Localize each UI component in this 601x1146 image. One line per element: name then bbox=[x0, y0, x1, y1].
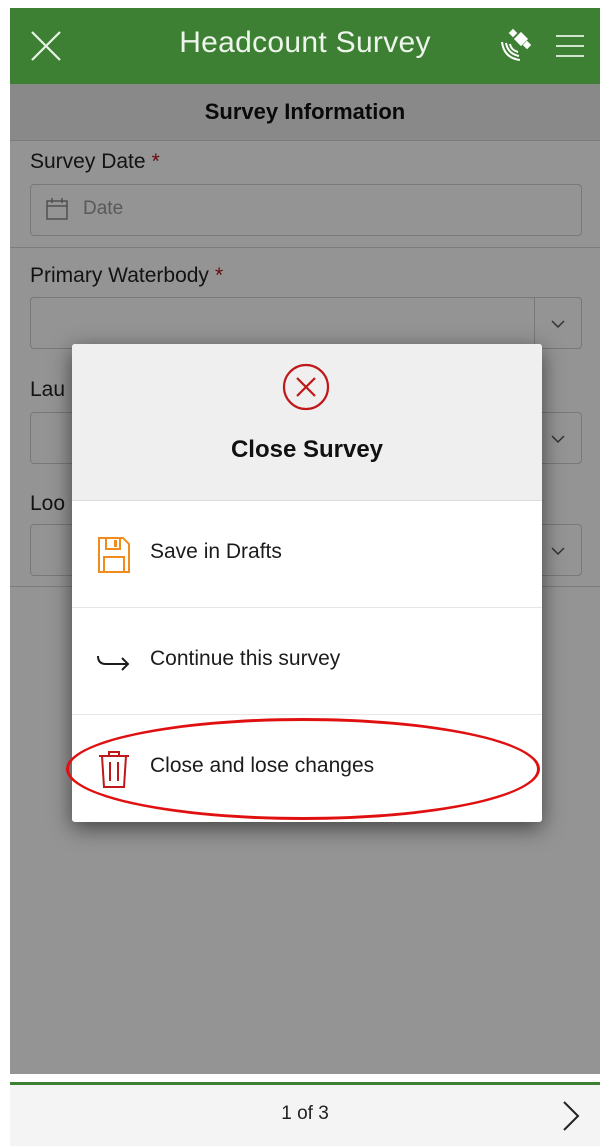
continue-survey-button[interactable]: Continue this survey bbox=[72, 608, 542, 714]
highlight-annotation bbox=[66, 718, 540, 820]
save-in-drafts-label: Save in Drafts bbox=[150, 540, 282, 563]
satellite-gps-icon[interactable] bbox=[496, 26, 536, 66]
close-circle-icon bbox=[282, 363, 330, 411]
page-indicator: 1 of 3 bbox=[281, 1103, 329, 1124]
pager-footer: 1 of 3 bbox=[10, 1085, 600, 1146]
dialog-header: Close Survey bbox=[72, 344, 542, 501]
continue-survey-label: Continue this survey bbox=[150, 647, 341, 670]
chevron-right-icon[interactable] bbox=[558, 1099, 584, 1133]
floppy-disk-icon bbox=[98, 537, 130, 573]
hamburger-menu-icon[interactable] bbox=[554, 30, 586, 62]
return-arrow-icon bbox=[97, 655, 130, 671]
dialog-title: Close Survey bbox=[230, 436, 384, 463]
app-header: Headcount Survey bbox=[10, 8, 600, 84]
save-in-drafts-button[interactable]: Save in Drafts bbox=[72, 501, 542, 607]
